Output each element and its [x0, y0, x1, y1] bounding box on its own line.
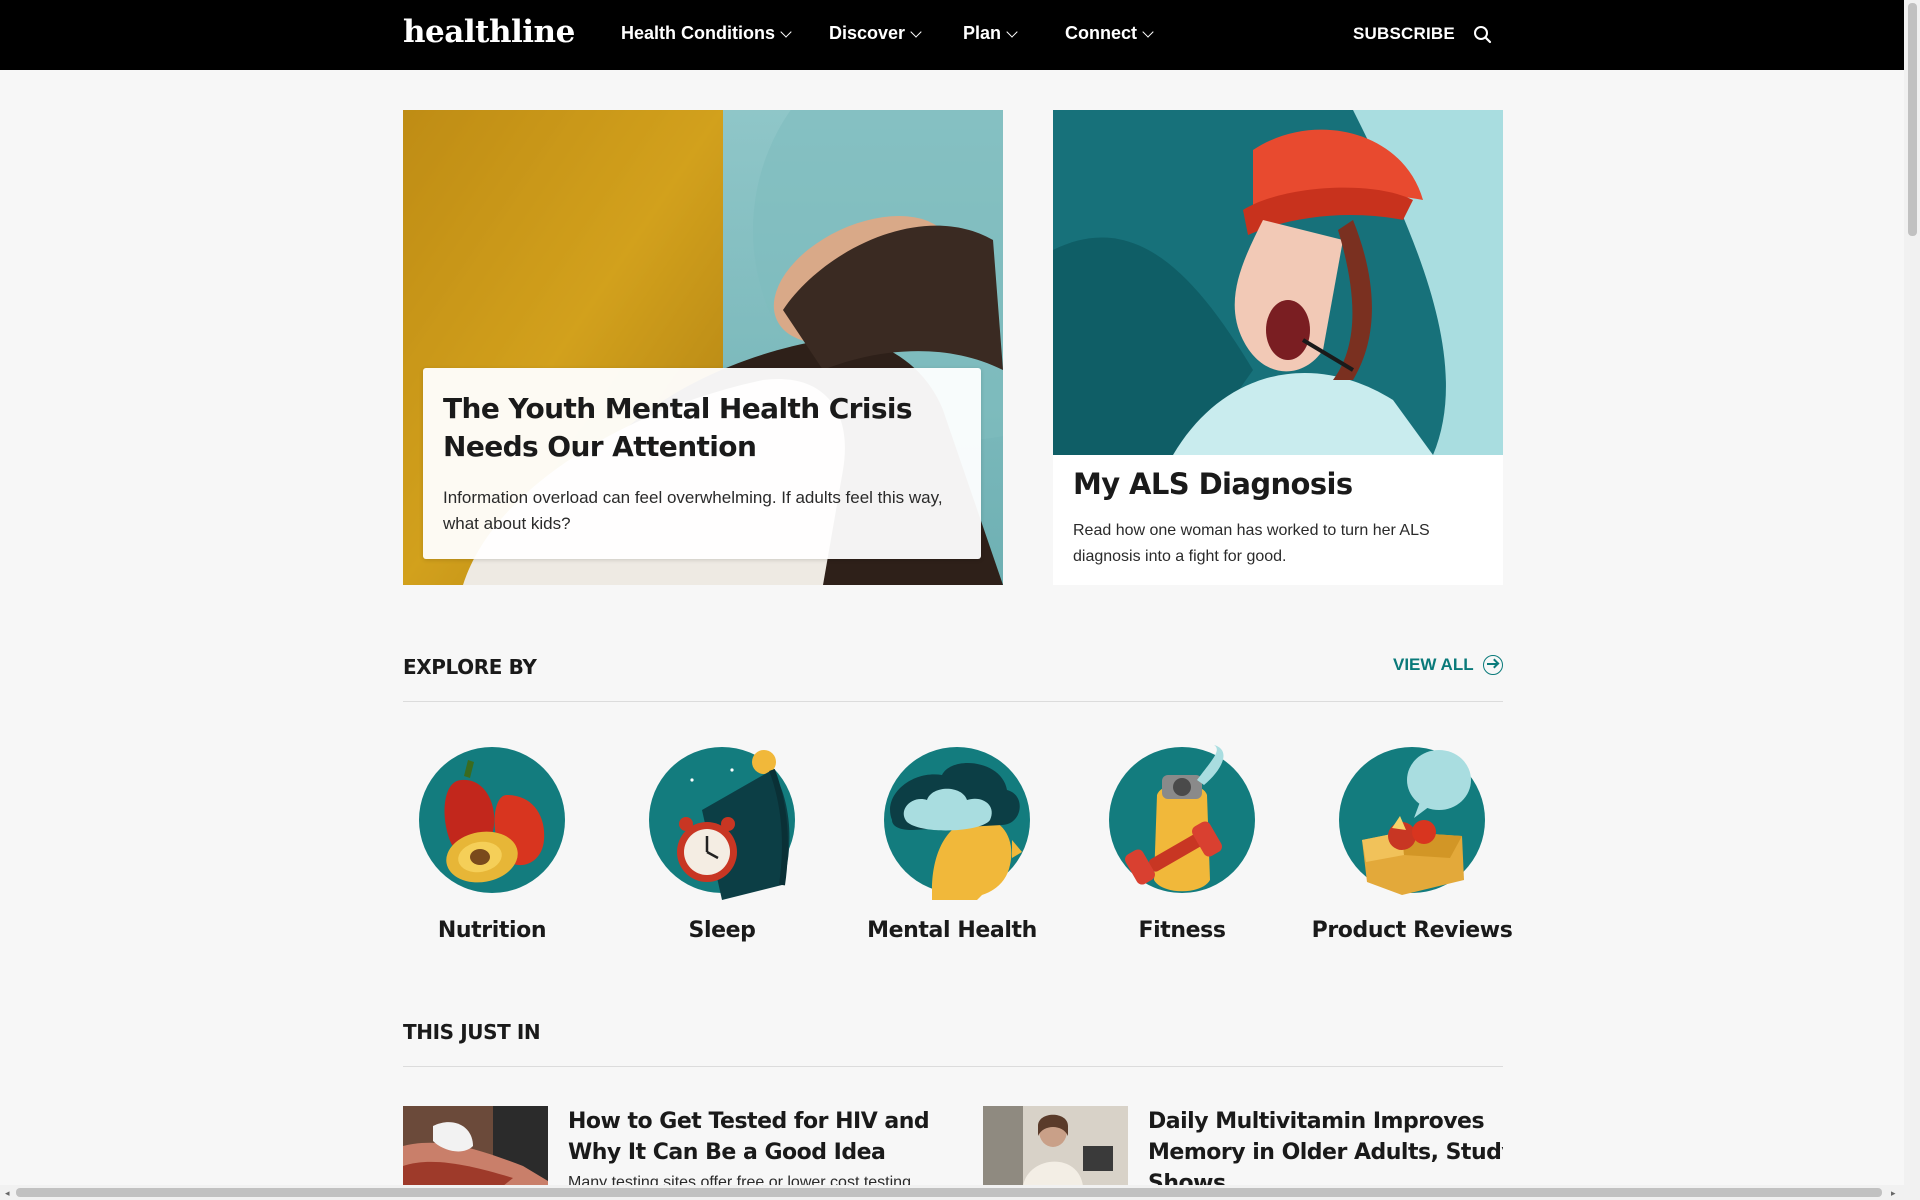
hero-side-story[interactable]: My ALS Diagnosis Read how one woman has … — [1053, 110, 1503, 585]
hero-side-title[interactable]: My ALS Diagnosis — [1073, 467, 1353, 501]
nav-connect[interactable]: Connect — [1065, 23, 1154, 44]
view-all-link[interactable]: VIEW ALL — [1393, 655, 1503, 675]
article-card[interactable]: How to Get Tested for HIV and Why It Can… — [403, 1106, 953, 1186]
view-all-label: VIEW ALL — [1393, 655, 1474, 674]
category-label: Product Reviews — [1311, 918, 1513, 943]
article-title[interactable]: How to Get Tested for HIV and Why It Can… — [568, 1106, 948, 1168]
hero-main-card: The Youth Mental Health Crisis Needs Our… — [423, 368, 981, 559]
hero-main-description: Information overload can feel overwhelmi… — [443, 488, 943, 533]
product-reviews-icon — [1339, 747, 1485, 895]
sleep-icon — [649, 747, 795, 900]
hero-main-title[interactable]: The Youth Mental Health Crisis Needs Our… — [443, 390, 963, 466]
section-divider — [403, 701, 1503, 702]
this-just-in-heading: THIS JUST IN — [403, 1020, 541, 1044]
category-label: Mental Health — [867, 918, 1037, 943]
article-thumbnail — [403, 1106, 548, 1186]
article-card[interactable]: Daily Multivitamin Improves Memory in Ol… — [983, 1106, 1503, 1186]
nav-health-conditions[interactable]: Health Conditions — [621, 23, 792, 44]
category-fitness[interactable]: Fitness — [1072, 740, 1292, 950]
arrow-right-circle-icon — [1482, 655, 1503, 675]
hero-side-description: Read how one woman has worked to turn he… — [1073, 522, 1430, 565]
subscribe-link[interactable]: SUBSCRIBE — [1353, 24, 1455, 44]
article-title[interactable]: Daily Multivitamin Improves Memory in Ol… — [1148, 1106, 1503, 1186]
chevron-down-icon — [910, 25, 922, 38]
nav-label: Health Conditions — [621, 23, 775, 43]
nutrition-icon — [419, 747, 565, 893]
nav-label: Plan — [963, 23, 1002, 43]
nav-discover[interactable]: Discover — [829, 23, 922, 44]
section-divider — [403, 1066, 1503, 1067]
search-icon[interactable] — [1472, 24, 1494, 46]
scroll-right-icon[interactable]: ▸ — [1891, 1188, 1896, 1199]
top-navigation: healthline Health Conditions Discover Pl… — [0, 0, 1904, 70]
vertical-scrollbar[interactable] — [1904, 0, 1920, 1200]
category-label: Sleep — [688, 918, 756, 943]
category-mental-health[interactable]: Mental Health — [842, 740, 1062, 950]
chevron-down-icon — [1142, 25, 1154, 38]
nav-label: Connect — [1065, 23, 1137, 43]
hero-side-image — [1053, 110, 1503, 455]
scroll-left-icon[interactable]: ◂ — [5, 1188, 10, 1199]
chevron-down-icon — [1006, 25, 1018, 38]
mental-health-icon — [884, 747, 1030, 900]
horizontal-scrollbar[interactable]: ◂ ▸ — [0, 1185, 1904, 1200]
category-label: Nutrition — [437, 918, 547, 943]
scrollbar-thumb[interactable] — [1908, 3, 1917, 236]
explore-by-heading: EXPLORE BY — [403, 655, 537, 679]
chevron-down-icon — [780, 25, 792, 38]
hero-main-story[interactable]: The Youth Mental Health Crisis Needs Our… — [403, 110, 1003, 585]
category-nutrition[interactable]: Nutrition — [382, 740, 602, 950]
scrollbar-thumb[interactable] — [16, 1188, 1882, 1197]
healthline-logo[interactable]: healthline — [403, 14, 575, 50]
category-label: Fitness — [1138, 918, 1226, 943]
category-product-reviews[interactable]: Product Reviews — [1302, 740, 1522, 950]
nav-plan[interactable]: Plan — [963, 23, 1018, 44]
category-sleep[interactable]: Sleep — [612, 740, 832, 950]
nav-label: Discover — [829, 23, 906, 43]
fitness-icon — [1109, 745, 1255, 893]
article-thumbnail — [983, 1106, 1128, 1186]
